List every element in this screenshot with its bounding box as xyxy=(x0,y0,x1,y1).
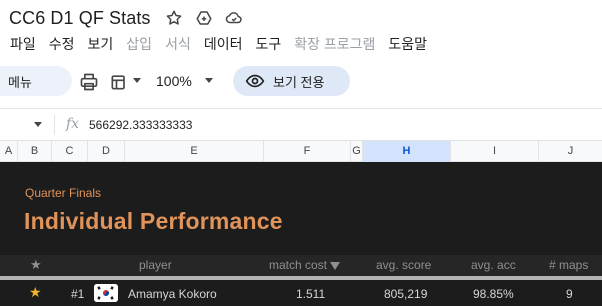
column-header-a[interactable]: A xyxy=(0,141,18,162)
section-heading: Individual Performance xyxy=(24,208,283,234)
menu-format: 서식 xyxy=(165,36,191,52)
formula-input[interactable]: 566292.333333333 xyxy=(89,118,192,132)
avg-score-cell: 805,219 xyxy=(384,287,428,301)
table-row: ★ #1 Amamya Kokoro 1.511 805,219 98.85% … xyxy=(0,280,602,306)
table-header-row: ★ player match cost avg. score avg. acc … xyxy=(0,255,602,276)
sheet-grid[interactable]: Quarter Finals Individual Performance ★ … xyxy=(0,162,602,306)
avg-acc-cell: 98.85% xyxy=(473,287,514,301)
print-icon[interactable] xyxy=(79,72,99,92)
player-column-header: player xyxy=(139,258,172,272)
player-name-cell: Amamya Kokoro xyxy=(128,287,217,301)
document-title[interactable]: CC6 D1 QF Stats xyxy=(9,8,151,29)
column-header-f[interactable]: F xyxy=(264,141,351,162)
formula-divider xyxy=(54,115,55,135)
south-korea-flag-icon xyxy=(94,284,118,302)
avg-acc-column-header: avg. acc xyxy=(471,258,516,272)
paint-format-dropdown-icon[interactable] xyxy=(133,78,141,83)
menu-insert: 삽입 xyxy=(126,36,153,52)
column-header-c[interactable]: C xyxy=(52,141,88,162)
rank-cell: #1 xyxy=(71,287,85,301)
column-header-j[interactable]: J xyxy=(539,141,602,162)
column-header-d[interactable]: D xyxy=(88,141,125,162)
eye-icon xyxy=(245,71,265,91)
paint-format-icon[interactable] xyxy=(109,72,129,92)
move-to-drive-icon[interactable] xyxy=(193,7,215,29)
fx-icon: fx xyxy=(66,116,80,132)
star-column-header: ★ xyxy=(30,257,42,272)
maps-column-header: # maps xyxy=(549,258,589,272)
avg-score-column-header: avg. score xyxy=(376,258,432,272)
column-header-b[interactable]: B xyxy=(18,141,52,162)
column-header-h[interactable]: H xyxy=(363,141,451,162)
menu-file[interactable]: 파일 xyxy=(10,34,36,54)
zoom-dropdown-icon[interactable] xyxy=(205,78,213,83)
view-only-button[interactable]: 보기 전용 xyxy=(233,66,350,96)
view-only-label: 보기 전용 xyxy=(273,74,325,90)
menu-data[interactable]: 데이터 xyxy=(204,34,243,54)
menu-help[interactable]: 도움말 xyxy=(388,34,427,54)
star-icon[interactable] xyxy=(163,7,185,29)
toolbar: 메뉴 100% 보기 전용 xyxy=(0,62,602,100)
cloud-status-icon[interactable] xyxy=(223,7,245,29)
name-box-dropdown-icon[interactable] xyxy=(34,122,42,127)
column-header-e[interactable]: E xyxy=(125,141,264,162)
menu-extensions: 확장 프로그램 xyxy=(294,36,376,52)
menu-bar: 파일 수정 보기 삽입 서식 데이터 도구 확장 프로그램 도움말 xyxy=(0,33,440,55)
sort-descending-icon xyxy=(330,262,341,270)
match-cost-header-label: match cost xyxy=(269,258,328,272)
match-cost-cell: 1.511 xyxy=(296,287,326,301)
menu-tools[interactable]: 도구 xyxy=(255,34,281,54)
title-bar: CC6 D1 QF Stats xyxy=(0,0,602,36)
formula-bar: fx 566292.333333333 xyxy=(0,108,602,140)
section-subheading: Quarter Finals xyxy=(25,186,102,200)
menu-edit[interactable]: 수정 xyxy=(49,34,75,54)
menu-search-button[interactable]: 메뉴 xyxy=(0,66,72,96)
menu-search-label: 메뉴 xyxy=(8,74,32,90)
menu-view[interactable]: 보기 xyxy=(88,34,114,54)
match-cost-column-header: match cost xyxy=(269,258,341,272)
column-header-g[interactable]: G xyxy=(351,141,363,162)
zoom-select[interactable]: 100% xyxy=(156,73,192,89)
maps-cell: 9 xyxy=(566,287,573,301)
column-header-i[interactable]: I xyxy=(451,141,539,162)
column-header-row: A B C D E F G H I J xyxy=(0,140,602,162)
row-star-icon: ★ xyxy=(29,284,42,300)
